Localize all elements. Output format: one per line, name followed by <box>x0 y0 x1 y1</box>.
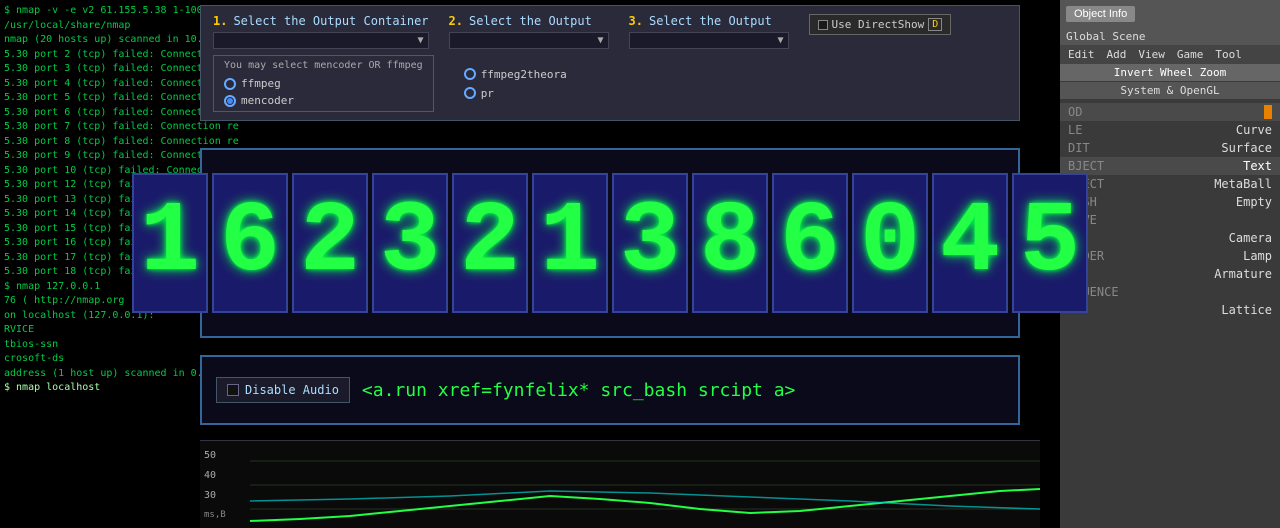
output-codec-dropdown[interactable]: ▼ <box>629 32 789 49</box>
ffmpeg-label: ffmpeg <box>241 77 281 90</box>
disable-audio-button[interactable]: Disable Audio <box>216 377 350 403</box>
direct-show-key: D <box>928 18 942 31</box>
graph-area: 50 40 30 ms,B <box>200 440 1040 528</box>
digit-6: 3 <box>612 173 688 313</box>
list-item[interactable]: MESH Empty <box>1060 193 1280 211</box>
radio-icon <box>224 78 236 90</box>
ffmpeg-radio[interactable]: ffmpeg <box>224 77 423 90</box>
right-panel: Object Info Global Scene Edit Add View G… <box>1060 0 1280 528</box>
graph-label-30: 30 <box>204 490 256 501</box>
chevron-down-icon: ▼ <box>778 35 784 46</box>
step2-num: 2. <box>449 14 463 28</box>
digit-5: 1 <box>532 173 608 313</box>
system-opengl-btn[interactable]: System & OpenGL <box>1060 82 1280 99</box>
menu-tool[interactable]: Tool <box>1211 47 1246 62</box>
theora-group: ffmpeg2theora pr <box>464 68 567 100</box>
output-step-3: 3. Select the Output ▼ <box>629 14 789 49</box>
step1-label: Select the Output Container <box>233 14 428 28</box>
list-item[interactable]: EW Armature <box>1060 265 1280 283</box>
list-item[interactable]: URVE <box>1060 211 1280 229</box>
step3-label: Select the Output <box>649 14 772 28</box>
script-command-text: <a.run xref=fynfelix* src_bash srcipt a> <box>362 380 795 401</box>
object-type-list: OD LE Curve DIT Surface BJECT Text BJECT… <box>1060 99 1280 323</box>
graph-canvas <box>250 441 1040 528</box>
list-item[interactable]: EY Camera <box>1060 229 1280 247</box>
list-item[interactable]: ENDER Lamp <box>1060 247 1280 265</box>
codec-options-row: You may select mencoder OR ffmpeg ffmpeg… <box>213 55 1007 112</box>
digit-0: 1 <box>132 173 208 313</box>
output-container-dropdown[interactable]: ▼ <box>213 32 429 49</box>
radio-icon <box>224 95 236 107</box>
menu-add[interactable]: Add <box>1103 47 1131 62</box>
digit-3: 3 <box>372 173 448 313</box>
radio-icon <box>464 68 476 80</box>
menu-game[interactable]: Game <box>1173 47 1208 62</box>
list-item[interactable]: OD <box>1060 103 1280 121</box>
step3-num: 3. <box>629 14 643 28</box>
step1-num: 1. <box>213 14 227 28</box>
radio-icon <box>464 87 476 99</box>
pr-label: pr <box>481 87 494 100</box>
graph-y-unit: ms,B <box>204 510 256 520</box>
digit-2: 2 <box>292 173 368 313</box>
direct-show-section: Use DirectShow D <box>809 14 952 39</box>
ffmpeg2theora-radio[interactable]: ffmpeg2theora <box>464 68 567 81</box>
list-item[interactable]: Lattice <box>1060 301 1280 319</box>
digit-1: 6 <box>212 173 288 313</box>
output-step-2: 2. Select the Output ▼ <box>449 14 609 49</box>
codec-group-title: You may select mencoder OR ffmpeg <box>224 60 423 71</box>
chevron-down-icon: ▼ <box>418 35 424 46</box>
direct-show-button[interactable]: Use DirectShow D <box>809 14 952 35</box>
menu-view[interactable]: View <box>1134 47 1169 62</box>
digit-8: 6 <box>772 173 848 313</box>
graph-svg <box>250 441 1040 528</box>
mencoder-radio[interactable]: mencoder <box>224 94 423 107</box>
list-item[interactable]: LE Curve <box>1060 121 1280 139</box>
mencoder-label: mencoder <box>241 94 294 107</box>
step2-label: Select the Output <box>469 14 592 28</box>
output-format-dropdown[interactable]: ▼ <box>449 32 609 49</box>
right-panel-menu: Edit Add View Game Tool <box>1060 45 1280 64</box>
list-item[interactable]: DIT Surface <box>1060 139 1280 157</box>
digit-9: 0 <box>852 173 928 313</box>
bottom-bar: Disable Audio <a.run xref=fynfelix* src_… <box>200 355 1020 425</box>
ffmpeg2theora-label: ffmpeg2theora <box>481 68 567 81</box>
object-info-button[interactable]: Object Info <box>1066 6 1135 22</box>
audio-checkbox[interactable] <box>227 384 239 396</box>
output-selector-bar: 1. Select the Output Container ▼ 2. Sele… <box>200 5 1020 121</box>
list-item[interactable]: EQUENCE <box>1060 283 1280 301</box>
digit-11: 5 <box>1012 173 1088 313</box>
direct-show-label: Use DirectShow <box>832 18 925 31</box>
list-item[interactable]: BJECT MetaBall <box>1060 175 1280 193</box>
encoder-group: You may select mencoder OR ffmpeg ffmpeg… <box>213 55 434 112</box>
digit-10: 4 <box>932 173 1008 313</box>
menu-edit[interactable]: Edit <box>1064 47 1099 62</box>
chevron-down-icon: ▼ <box>598 35 604 46</box>
graph-label-50: 50 <box>204 450 256 461</box>
list-item-text[interactable]: BJECT Text <box>1060 157 1280 175</box>
counter-panel: 1 6 2 3 2 1 3 8 6 0 4 5 <box>200 148 1020 338</box>
counter-digits: 1 6 2 3 2 1 3 8 6 0 4 5 <box>132 173 1088 313</box>
global-scene-label: Global Scene <box>1060 28 1280 45</box>
output-step-1: 1. Select the Output Container ▼ <box>213 14 429 49</box>
digit-7: 8 <box>692 173 768 313</box>
pr-radio[interactable]: pr <box>464 87 567 100</box>
digit-4: 2 <box>452 173 528 313</box>
output-steps-row: 1. Select the Output Container ▼ 2. Sele… <box>213 14 1007 49</box>
graph-label-40: 40 <box>204 470 256 481</box>
direct-show-checkbox[interactable] <box>818 20 828 30</box>
right-panel-top: Object Info <box>1060 0 1280 28</box>
disable-audio-label: Disable Audio <box>245 383 339 397</box>
invert-wheel-zoom-btn[interactable]: Invert Wheel Zoom <box>1060 64 1280 81</box>
